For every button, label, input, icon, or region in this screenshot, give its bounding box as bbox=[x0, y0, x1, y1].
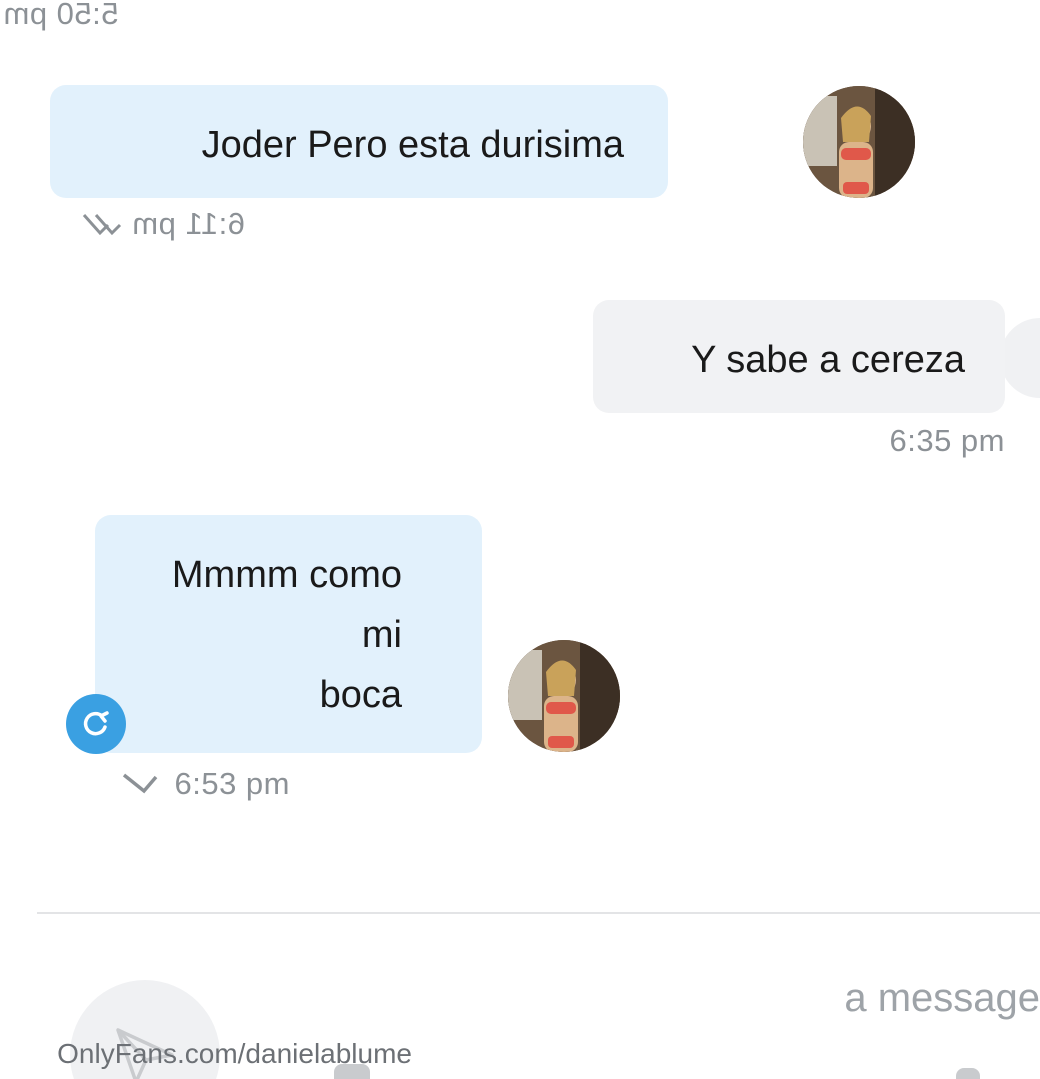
self-avatar bbox=[1000, 318, 1040, 398]
attach-icon[interactable] bbox=[956, 1068, 980, 1079]
message-text: Joder Pero esta durisima bbox=[201, 124, 624, 166]
message-time: 6:53 pm bbox=[174, 766, 290, 801]
sender-avatar[interactable] bbox=[803, 86, 915, 198]
message-line: Mmmm como bbox=[171, 554, 402, 596]
message-time: 6:35 pm bbox=[889, 423, 1005, 458]
message-line: mi bbox=[361, 614, 402, 656]
message-bubble-incoming[interactable]: Joder Pero esta durisima bbox=[50, 85, 668, 198]
message-meta: 6:11 pm bbox=[72, 206, 245, 242]
single-check-icon bbox=[123, 773, 158, 794]
message-meta: 6:53 pm bbox=[120, 766, 290, 802]
sender-avatar[interactable] bbox=[508, 640, 620, 752]
chat-screen: 5:50 pm Joder Pero esta durisima 6:11 pm… bbox=[0, 0, 1040, 1079]
watermark: OnlyFans.com/danielablume bbox=[57, 1038, 412, 1069]
message-text: Y sabe a cereza bbox=[691, 339, 965, 381]
message-line: boca bbox=[319, 674, 402, 716]
message-bubble-incoming[interactable]: Mmmm como mi boca bbox=[95, 515, 482, 753]
tip-refresh-icon[interactable] bbox=[66, 694, 126, 754]
message-time: 6:11 pm bbox=[131, 206, 245, 241]
message-time: 5:50 pm bbox=[3, 0, 119, 31]
message-bubble-outgoing[interactable]: Y sabe a cereza bbox=[593, 300, 1005, 413]
composer-divider bbox=[37, 912, 1040, 914]
message-input[interactable]: a message bbox=[844, 976, 1040, 1021]
double-check-icon bbox=[82, 214, 121, 236]
